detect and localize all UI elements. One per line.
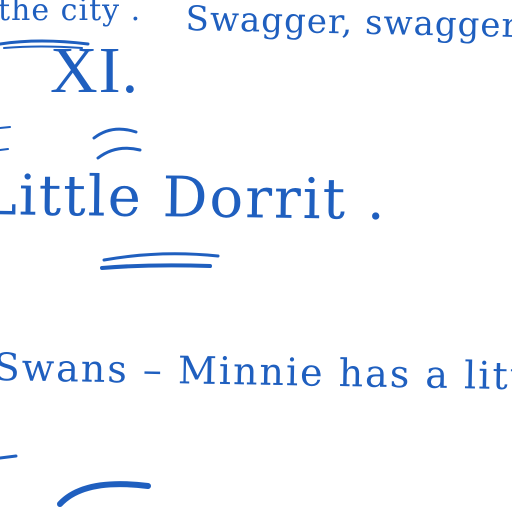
underline-stroke	[102, 252, 220, 262]
ink-strokes	[0, 39, 220, 507]
squiggle-mark-2	[96, 146, 142, 160]
overline-stroke	[0, 39, 90, 46]
bottom-dash-mark	[0, 454, 18, 460]
edge-tick-mark	[0, 126, 11, 129]
underline-stroke-2	[100, 263, 212, 270]
edge-tick-mark-2	[0, 148, 9, 151]
overline-stroke-2	[3, 45, 83, 49]
squiggle-mark	[92, 127, 138, 140]
bottom-swoosh-mark	[57, 481, 151, 507]
